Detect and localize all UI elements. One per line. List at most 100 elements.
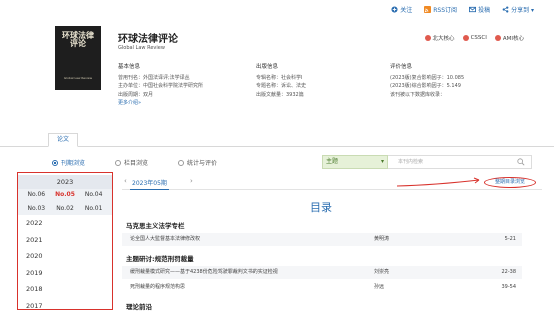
top-bar: 关注 RSS订阅 投稿 分享到 ▾ [0, 0, 554, 22]
mode-column-browse[interactable]: 栏目浏览 [115, 158, 148, 167]
badge-icon [494, 35, 501, 41]
badge-cssci: CSSCI [462, 34, 487, 42]
year-item[interactable]: 2019 [18, 265, 112, 281]
article-pages: 22-38 [501, 269, 516, 275]
search-icon[interactable] [517, 158, 525, 166]
radio-icon [178, 159, 185, 166]
article-title[interactable]: 论全国人大監督基本法律修改权 [130, 236, 200, 242]
badge-label: 北大核心 [432, 36, 455, 42]
section-title: 主题研讨:规范刑罚裁量 [126, 255, 194, 263]
article-row[interactable]: 死刑裁量的程序规范构思 孙远 39-54 [122, 281, 522, 294]
info-line: 专题名称：诉讼、法史 [256, 83, 307, 89]
section-title: 马克思主义法学专栏 [126, 222, 185, 230]
evaluation-info: 评价信息 (2023版)复合影响因子：10.085 (2023版)综合影响因子：… [390, 63, 464, 99]
tab-bar: 论文 [0, 133, 554, 147]
article-author[interactable]: 孙远 [374, 281, 384, 294]
article-row[interactable]: 论全国人大監督基本法律修改权 黄明涛 5-21 [122, 233, 522, 246]
mail-icon [469, 6, 477, 13]
top-actions: 关注 RSS订阅 投稿 分享到 ▾ [391, 5, 534, 14]
mode-label: 刊期浏览 [61, 160, 86, 167]
search-field-value: 主题 [326, 158, 339, 165]
info-line: 该刊被以下数据库收录： [390, 91, 446, 98]
rss-icon [424, 6, 432, 13]
follow-label: 关注 [400, 7, 413, 14]
article-author[interactable]: 黄明涛 [374, 233, 389, 246]
search-field-select[interactable]: 主题 ▾ [322, 155, 388, 169]
issue-item[interactable]: No.02 [51, 205, 80, 216]
follow-button[interactable]: 关注 [391, 5, 412, 14]
journal-subtitle: Global Law Review [118, 45, 165, 51]
badge-label: AMI核心 [502, 36, 524, 42]
year-item[interactable]: 2022 [18, 215, 112, 232]
info-line: 出版文献量：3932篇 [256, 91, 304, 98]
badge-ami: AMI核心 [494, 34, 524, 42]
issue-item[interactable]: No.06 [22, 191, 51, 202]
search-bar: 主题 ▾ 本刊内检索 [322, 155, 532, 169]
cover-english-title: Global Law Review [63, 76, 93, 80]
publish-info: 出版信息 专辑名称：社会科学Ⅰ 专题名称：诉讼、法史 出版文献量：3932篇 [256, 63, 306, 99]
basic-info: 基本信息 曾用刊名：外国法译评;法学译丛 主办单位：中国社会科学院法学研究所 出… [118, 63, 203, 108]
badge-label: CSSCI [470, 35, 487, 41]
issue-grid: No.06 No.05 No.04 No.03 No.02 No.01 [18, 189, 112, 215]
mode-statistics[interactable]: 统计与评价 [178, 158, 217, 167]
current-year[interactable]: 2023 [18, 175, 112, 189]
year-item[interactable]: 2020 [18, 248, 112, 265]
article-title[interactable]: 死刑裁量的程序规范构思 [130, 284, 185, 290]
journal-title: 环球法律评论 [118, 34, 178, 45]
rss-button[interactable]: RSS订阅 [424, 5, 457, 14]
index-badges: 北大核心 CSSCI AMI核心 [424, 34, 524, 42]
rss-label: RSS订阅 [433, 7, 458, 14]
issue-tab[interactable]: 2023年05期 [130, 178, 169, 190]
year-list: 2022 2021 2020 2019 2018 2017 [18, 215, 112, 314]
search-placeholder: 本刊内检索 [398, 159, 424, 165]
badge-pku-core: 北大核心 [424, 34, 455, 42]
issue-item[interactable]: No.01 [79, 205, 108, 216]
submit-button[interactable]: 投稿 [469, 5, 490, 14]
issue-item-selected[interactable]: No.05 [51, 191, 80, 202]
info-line: 专辑名称：社会科学Ⅰ [256, 74, 303, 81]
badge-icon [424, 35, 431, 41]
publish-info-heading: 出版信息 [256, 64, 279, 70]
article-row[interactable]: 缓刑裁量模式研究——基于4238份危险驾驶罪裁判文书的实证检视 刘崇亮 22-3… [122, 266, 522, 279]
info-line: 主办单位：中国社会科学院法学研究所 [118, 83, 204, 89]
share-button[interactable]: 分享到 ▾ [502, 5, 534, 14]
chevron-right-icon[interactable]: › [190, 177, 193, 185]
mode-label: 栏目浏览 [124, 160, 149, 167]
article-author[interactable]: 刘崇亮 [374, 266, 389, 279]
chevron-left-icon[interactable]: ‹ [124, 177, 127, 185]
evaluation-info-heading: 评价信息 [390, 64, 413, 70]
tab-papers[interactable]: 论文 [48, 133, 78, 147]
mode-label: 统计与评价 [187, 160, 218, 167]
annotation-arrow-icon [396, 177, 480, 187]
radio-icon [115, 159, 122, 166]
toc-title: 目录 [310, 201, 332, 214]
issue-item[interactable]: No.03 [22, 205, 51, 216]
article-pages: 39-54 [501, 284, 516, 290]
info-line: 曾用刊名：外国法译评;法学译丛 [118, 74, 190, 81]
search-input[interactable]: 本刊内检索 [388, 155, 532, 169]
more-info-link[interactable]: 更多介绍» [118, 99, 203, 108]
cover-title: 环球法律评论 [62, 30, 94, 48]
badge-icon [462, 35, 469, 41]
info-line: (2023版)综合影响因子：5.149 [390, 83, 461, 89]
full-issue-toc-button[interactable]: 整期目录浏览 [484, 177, 536, 188]
share-label: 分享到 ▾ [511, 7, 534, 14]
plus-icon [391, 6, 398, 13]
radio-icon [52, 159, 58, 166]
year-item[interactable]: 2017 [18, 298, 112, 314]
share-icon [502, 6, 509, 13]
mode-issue-browse[interactable]: 刊期浏览 [52, 158, 85, 167]
year-item[interactable]: 2021 [18, 232, 112, 248]
journal-cover: 环球法律评论 Global Law Review [55, 26, 101, 90]
basic-info-heading: 基本信息 [118, 64, 141, 70]
year-issue-selector: 2023 No.06 No.05 No.04 No.03 No.02 No.01… [17, 172, 113, 314]
info-line: 出版周期：双月 [118, 91, 154, 98]
submit-label: 投稿 [478, 7, 491, 14]
info-line: (2023版)复合影响因子：10.085 [390, 74, 465, 81]
article-pages: 5-21 [504, 236, 516, 242]
issue-item[interactable]: No.04 [79, 191, 108, 202]
year-item[interactable]: 2018 [18, 281, 112, 298]
chevron-down-icon: ▾ [380, 158, 384, 165]
article-title[interactable]: 缓刑裁量模式研究——基于4238份危险驾驶罪裁判文书的实证检视 [130, 269, 278, 275]
section-title: 理论前沿 [126, 303, 152, 311]
